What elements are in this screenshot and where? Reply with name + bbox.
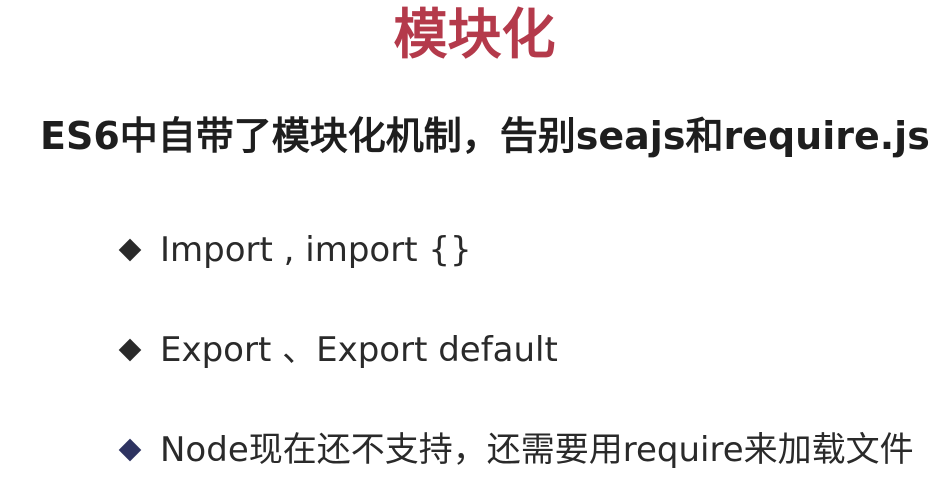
bullet-list: Import , import {} Export 、Export defaul… (118, 226, 938, 474)
bullet-item-import: Import , import {} (118, 226, 938, 274)
slide-subtitle: ES6中自带了模块化机制，告别seajs和require.js (40, 114, 930, 158)
bullet-text: Import , import {} (160, 230, 472, 270)
diamond-bullet-icon (118, 438, 142, 462)
slide: 模块化 ES6中自带了模块化机制，告别seajs和require.js Impo… (0, 0, 949, 484)
bullet-text: Node现在还不支持，还需要用require来加载文件 (160, 430, 914, 470)
diamond-bullet-icon (118, 338, 142, 362)
diamond-bullet-icon (118, 238, 142, 262)
bullet-text: Export 、Export default (160, 330, 558, 370)
bullet-item-node: Node现在还不支持，还需要用require来加载文件 (118, 426, 938, 474)
bullet-item-export: Export 、Export default (118, 326, 938, 374)
slide-title: 模块化 (393, 3, 556, 66)
